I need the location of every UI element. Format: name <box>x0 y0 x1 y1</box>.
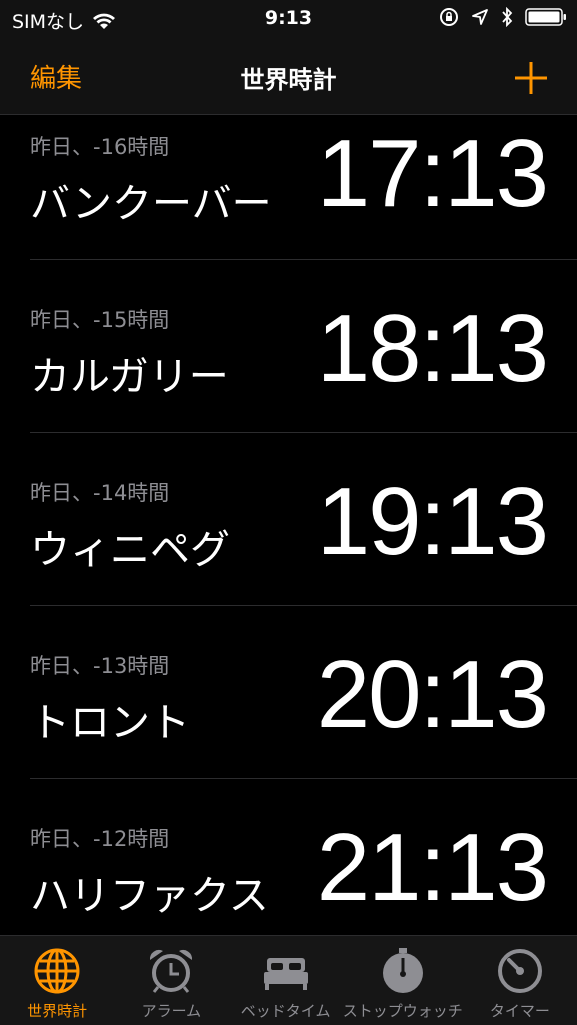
page-title: 世界時計 <box>240 66 337 94</box>
timer-icon <box>497 949 542 993</box>
clock-time: 19:13 <box>316 468 549 575</box>
clock-row-vancouver[interactable]: 昨日、-16時間 バンクーバー 17:13 <box>30 115 577 260</box>
clock-time: 18:13 <box>316 295 549 402</box>
tab-label: タイマー <box>489 1002 550 1020</box>
tab-bedtime[interactable]: ベッドタイム <box>229 936 343 1025</box>
world-clock-list[interactable]: 昨日、-16時間 バンクーバー 17:13 昨日、-15時間 カルガリー 18:… <box>0 115 577 935</box>
clock-offset: 昨日、-15時間 <box>30 308 170 332</box>
clock-row-toronto[interactable]: 昨日、-13時間 トロント 20:13 <box>30 606 577 779</box>
clock-row-halifax[interactable]: 昨日、-12時間 ハリファクス 21:13 <box>30 779 577 935</box>
globe-icon <box>34 948 80 994</box>
clock-city: トロント <box>30 700 190 746</box>
clock-row-winnipeg[interactable]: 昨日、-14時間 ウィニペグ 19:13 <box>30 433 577 606</box>
location-icon <box>472 9 488 25</box>
clock-offset: 昨日、-14時間 <box>30 481 170 505</box>
bed-icon <box>263 958 308 990</box>
clock-time: 21:13 <box>316 814 549 921</box>
clock-time: 20:13 <box>316 641 549 748</box>
clock-offset: 昨日、-16時間 <box>30 135 170 159</box>
tab-stopwatch[interactable]: ストップウォッチ <box>343 936 463 1025</box>
battery-icon <box>525 8 566 26</box>
bluetooth-icon <box>502 7 513 27</box>
clock-city: バンクーバー <box>30 181 272 227</box>
rotation-lock-icon <box>440 8 458 26</box>
clock-city: ハリファクス <box>30 873 269 919</box>
tab-alarm[interactable]: アラーム <box>114 936 228 1025</box>
status-bar: SIMなし 9:13 <box>0 0 577 40</box>
tab-label: ストップウォッチ <box>342 1002 463 1020</box>
tab-bar: 世界時計 アラーム ベッドタイム ストップウォッチ タイマー <box>0 935 577 1025</box>
alarm-clock-icon <box>150 950 193 993</box>
tab-label: ベッドタイム <box>240 1002 331 1020</box>
tab-timer[interactable]: タイマー <box>463 936 577 1025</box>
clock-city: ウィニペグ <box>30 527 230 573</box>
clock-row-calgary[interactable]: 昨日、-15時間 カルガリー 18:13 <box>30 260 577 433</box>
clock-offset: 昨日、-13時間 <box>30 654 170 678</box>
tab-label: 世界時計 <box>27 1002 88 1020</box>
clock-time: 17:13 <box>316 120 549 227</box>
add-icon[interactable] <box>513 60 549 96</box>
clock-offset: 昨日、-12時間 <box>30 827 170 851</box>
tab-world-clock[interactable]: 世界時計 <box>0 936 114 1025</box>
stopwatch-icon <box>382 948 423 993</box>
tab-label: アラーム <box>141 1002 202 1020</box>
clock-city: カルガリー <box>30 354 229 400</box>
navigation-bar: 編集 世界時計 <box>0 40 577 115</box>
